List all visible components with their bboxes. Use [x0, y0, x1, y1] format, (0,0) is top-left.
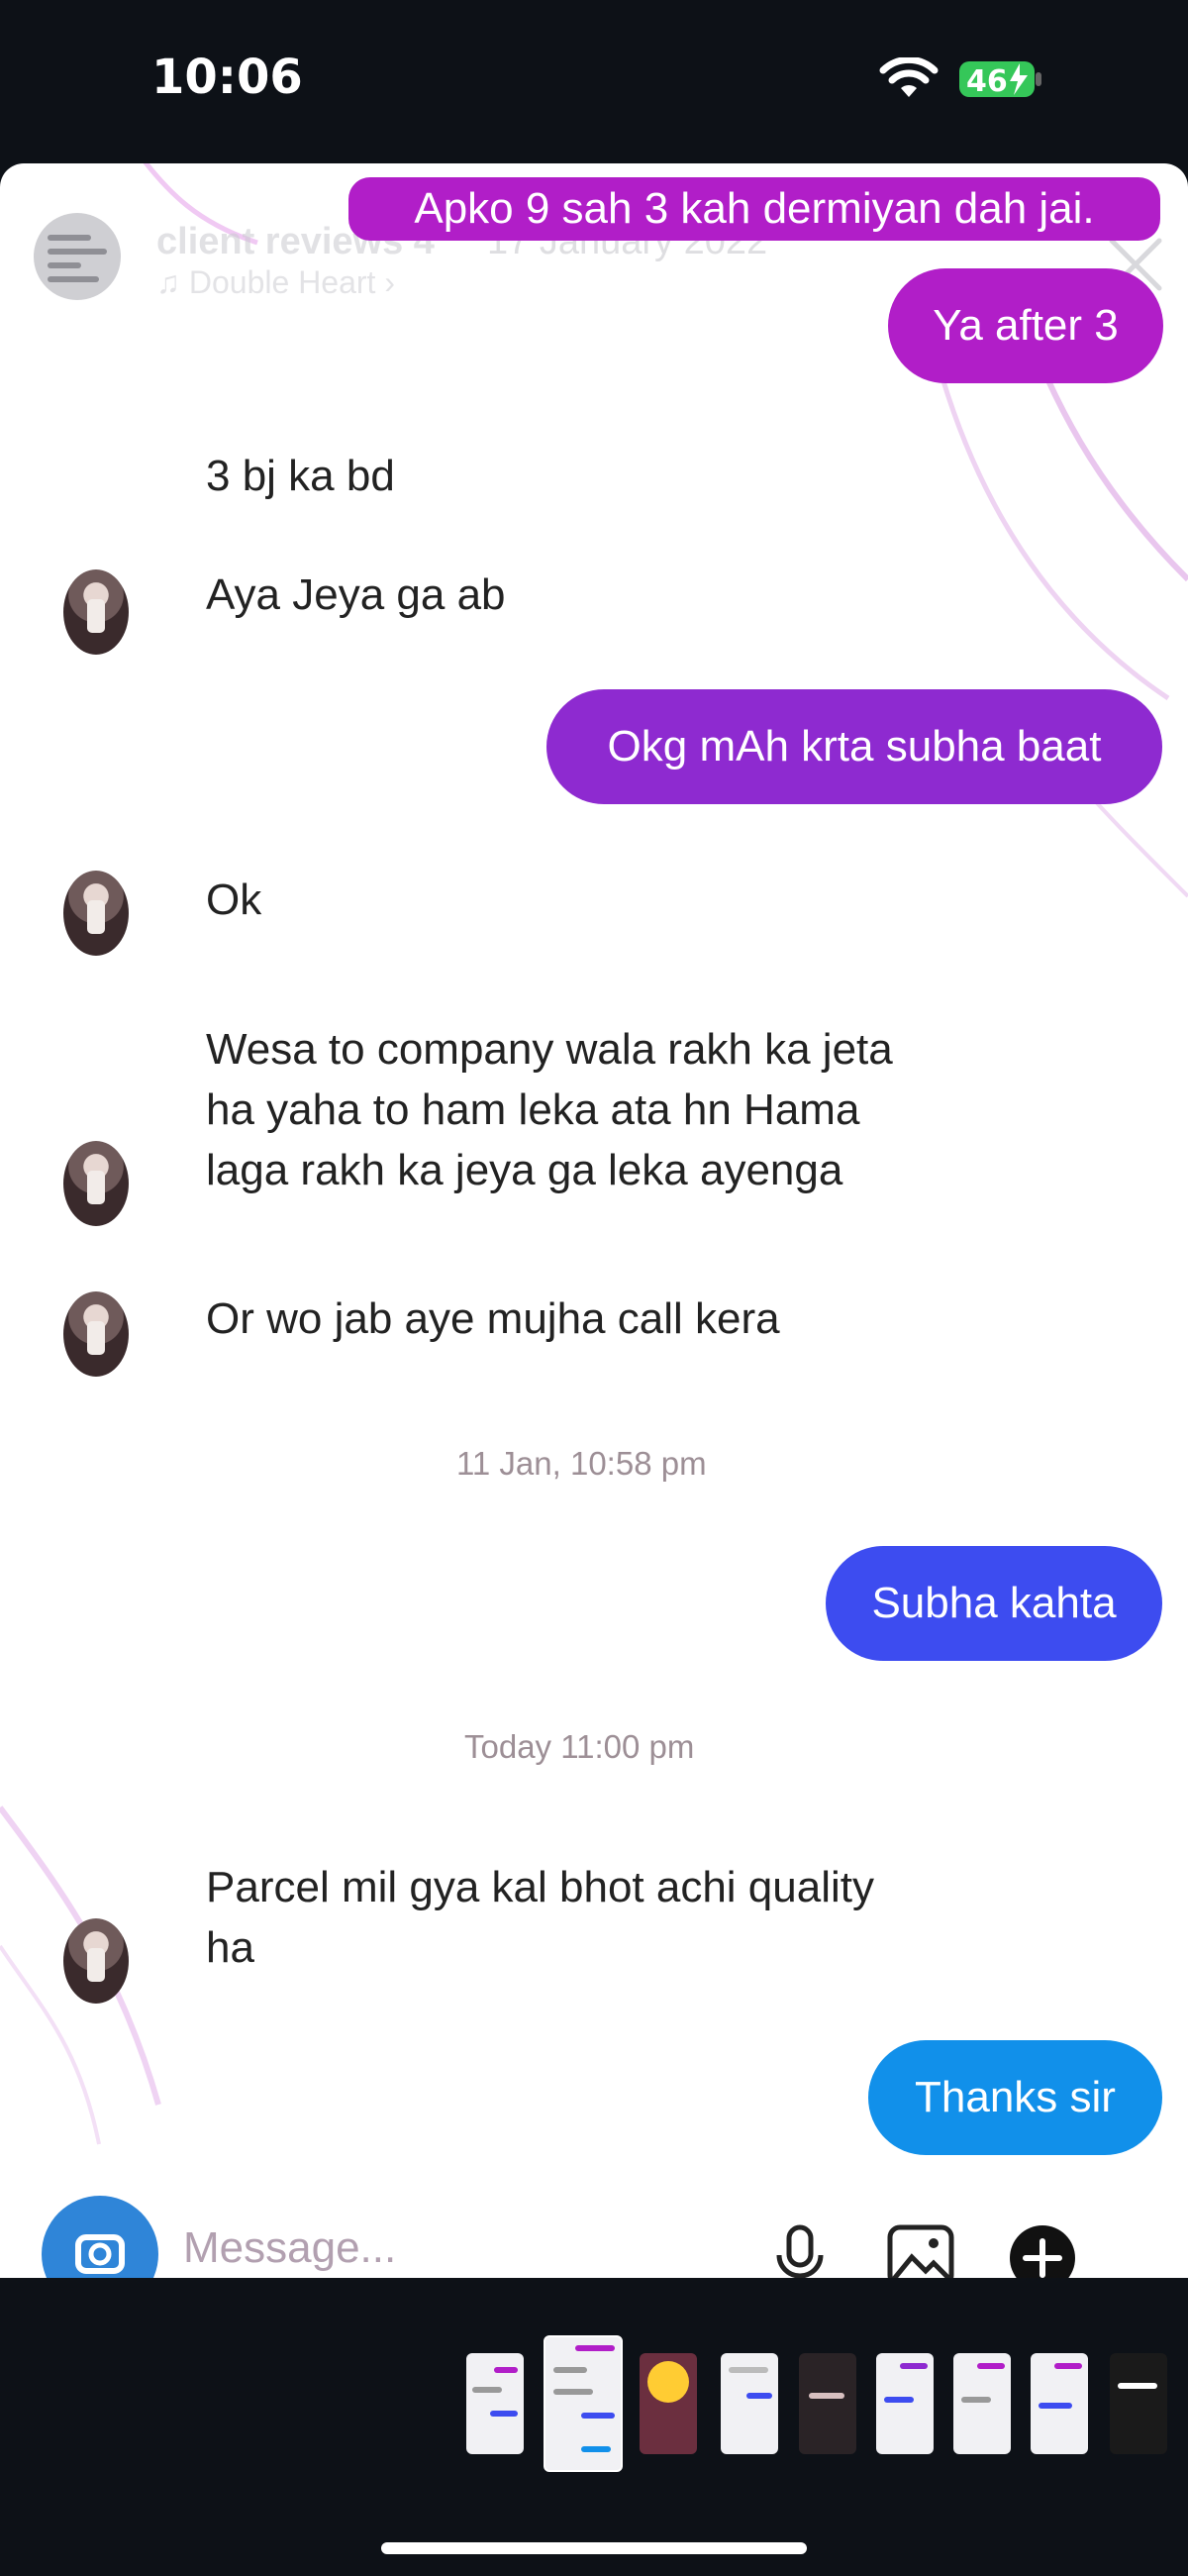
received-message: Aya Jeya ga ab: [206, 570, 506, 619]
contact-avatar: [63, 1918, 129, 2004]
message-line: ha yaha to ham leka ata hn Hama: [206, 1085, 860, 1134]
contact-avatar: [63, 871, 129, 956]
story-thumbnail[interactable]: [876, 2353, 934, 2454]
sent-message-bubble: Ya after 3: [888, 268, 1163, 383]
story-thumbnail[interactable]: [721, 2353, 778, 2454]
message-line: Wesa to company wala rakh ka jeta: [206, 1025, 893, 1074]
story-thumbnail-active[interactable]: [544, 2335, 623, 2472]
camera-icon: [75, 2234, 125, 2274]
home-indicator[interactable]: [381, 2542, 807, 2554]
story-thumbnail[interactable]: [640, 2353, 697, 2454]
wifi-icon: [879, 57, 939, 97]
message-input[interactable]: Message...: [183, 2223, 396, 2273]
sent-message-bubble: Thanks sir: [868, 2040, 1162, 2155]
music-label[interactable]: ♫ Double Heart ›: [156, 264, 395, 301]
camera-button[interactable]: [42, 2196, 158, 2278]
story-frame[interactable]: client reviews 4 17 January 2022 ♫ Doubl…: [0, 163, 1188, 2278]
contact-avatar: [63, 1291, 129, 1377]
received-message: Parcel mil gya kal bhot achi quality ha: [206, 1857, 874, 1978]
status-time: 10:06: [151, 50, 303, 105]
account-avatar[interactable]: [34, 213, 121, 300]
received-message: Wesa to company wala rakh ka jeta ha yah…: [206, 1019, 893, 1200]
gallery-icon[interactable]: [886, 2223, 955, 2278]
contact-avatar: [63, 1141, 129, 1226]
story-thumbnail[interactable]: [1110, 2353, 1167, 2454]
message-line: Parcel mil gya kal bhot achi quality: [206, 1863, 874, 1911]
plus-icon[interactable]: [1008, 2223, 1077, 2278]
received-message: Ok: [206, 876, 262, 924]
received-message: 3 bj ka bd: [206, 452, 395, 500]
microphone-icon[interactable]: [767, 2223, 833, 2278]
battery-level: 46: [966, 64, 1008, 99]
story-thumbnail[interactable]: [953, 2353, 1011, 2454]
contact-avatar: [63, 569, 129, 655]
sent-message-bubble: Subha kahta: [826, 1546, 1162, 1661]
story-thumbnail[interactable]: [1031, 2353, 1088, 2454]
story-thumbnails: [0, 2335, 1188, 2474]
timestamp: Today 11:00 pm: [464, 1728, 695, 1765]
received-message: Or wo jab aye mujha call kera: [206, 1294, 780, 1343]
battery-charging-icon: 46: [959, 61, 1041, 99]
message-line: laga rakh ka jeya ga leka ayenga: [206, 1146, 843, 1194]
message-line: ha: [206, 1923, 254, 1972]
sent-message-bubble: Okg mAh krta subha baat: [546, 689, 1162, 804]
story-thumbnail[interactable]: [466, 2353, 524, 2454]
sent-message-bubble: Apko 9 sah 3 kah dermiyan dah jai.: [348, 177, 1160, 241]
story-thumbnail[interactable]: [799, 2353, 856, 2454]
timestamp: 11 Jan, 10:58 pm: [456, 1445, 707, 1482]
